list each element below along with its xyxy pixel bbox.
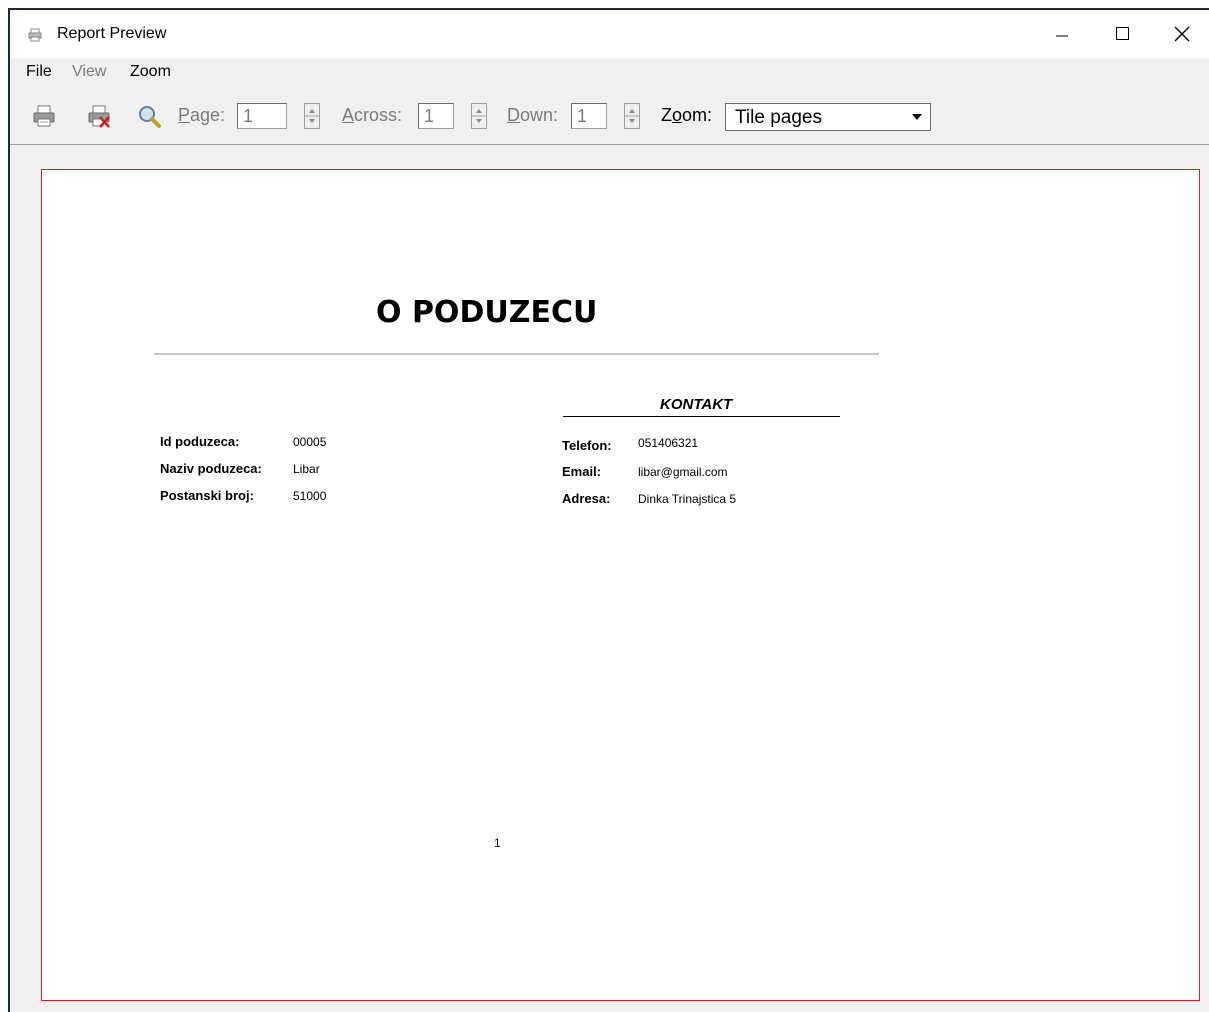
naziv-label: Naziv poduzeca: bbox=[160, 461, 262, 476]
down-input[interactable]: 1 bbox=[571, 103, 607, 129]
id-value: 00005 bbox=[293, 435, 327, 449]
page-number: 1 bbox=[494, 836, 501, 850]
minimize-icon bbox=[1056, 35, 1068, 37]
report-title: O PODUZECU bbox=[376, 295, 598, 330]
email-label: Email: bbox=[562, 464, 602, 479]
naziv-value: Libar bbox=[293, 462, 320, 476]
minimize-button[interactable] bbox=[1032, 10, 1092, 58]
page-input[interactable]: 1 bbox=[237, 103, 287, 129]
zoom-label: Zoom: bbox=[661, 105, 713, 125]
title-divider bbox=[154, 353, 879, 355]
menu-zoom[interactable]: Zoom bbox=[130, 63, 171, 81]
page-spinner-icon[interactable] bbox=[304, 103, 320, 129]
page-label: Page: bbox=[178, 105, 226, 125]
kontakt-divider bbox=[563, 416, 840, 417]
down-value: 1 bbox=[577, 106, 588, 126]
maximize-button[interactable] bbox=[1092, 10, 1152, 58]
adresa-label: Adresa: bbox=[562, 491, 611, 506]
down-label: Down: bbox=[507, 105, 559, 125]
maximize-icon bbox=[1116, 27, 1129, 40]
magnifier-icon[interactable] bbox=[137, 104, 161, 128]
printer-setup-icon[interactable] bbox=[87, 104, 111, 128]
title-bar[interactable]: Report Preview bbox=[10, 10, 1209, 58]
window-title: Report Preview bbox=[57, 25, 167, 42]
postanski-label: Postanski broj: bbox=[160, 488, 254, 503]
id-label: Id poduzeca: bbox=[160, 434, 240, 449]
postanski-value: 51000 bbox=[293, 489, 327, 503]
chevron-down-icon[interactable] bbox=[912, 114, 922, 120]
email-value: libar@gmail.com bbox=[638, 465, 728, 479]
menu-bar: File View Zoom bbox=[10, 58, 1209, 86]
telefon-value: 051406321 bbox=[638, 436, 699, 450]
zoom-select[interactable]: Tile pages bbox=[725, 103, 931, 131]
close-icon bbox=[1174, 26, 1190, 42]
menu-view[interactable]: View bbox=[72, 63, 106, 81]
toolbar: Page: 1 Across: 1 Down: 1 Zoom: Tile pag… bbox=[10, 86, 1209, 144]
across-label: Across: bbox=[342, 105, 403, 125]
printer-app-icon bbox=[28, 28, 42, 42]
adresa-value: Dinka Trinajstica 5 bbox=[638, 492, 737, 506]
zoom-select-value: Tile pages bbox=[735, 107, 822, 128]
close-button[interactable] bbox=[1152, 10, 1209, 58]
down-spinner-icon[interactable] bbox=[624, 103, 640, 129]
across-spinner-icon[interactable] bbox=[471, 103, 487, 129]
across-input[interactable]: 1 bbox=[418, 103, 454, 129]
print-icon[interactable] bbox=[32, 104, 56, 128]
menu-file[interactable]: File bbox=[26, 63, 52, 81]
page-value: 1 bbox=[243, 106, 254, 126]
report-preview-window: Report Preview File View Zoom Page: 1 Ac… bbox=[8, 8, 1209, 1012]
across-value: 1 bbox=[424, 106, 435, 126]
report-page: O PODUZECU Id poduzeca: 00005 Naziv podu… bbox=[41, 169, 1200, 1001]
telefon-label: Telefon: bbox=[562, 438, 612, 453]
kontakt-heading: KONTAKT bbox=[660, 396, 733, 413]
